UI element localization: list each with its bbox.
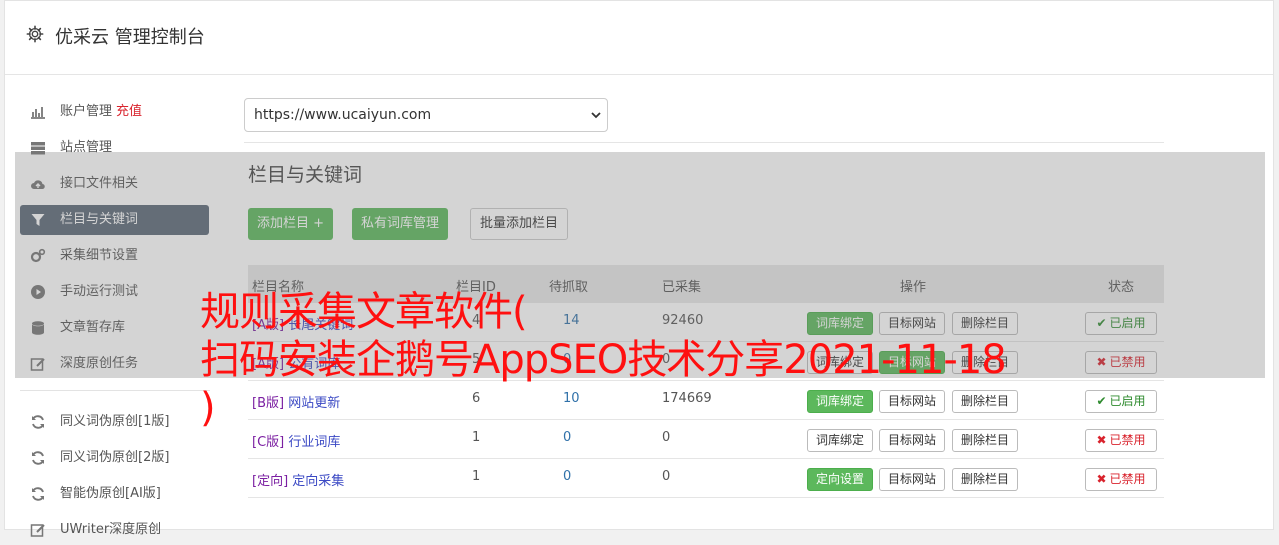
- sidebar-item-uwriter[interactable]: UWriter深度原创: [20, 515, 209, 545]
- column-name[interactable]: [C版] 行业词库: [252, 431, 340, 450]
- site-select-value: https://www.ucaiyun.com: [254, 107, 432, 123]
- overlay-title: 规则采集文章软件( 扫码安装企鹅号AppSEO技术分享2021-11-18 ): [200, 288, 1270, 432]
- close-icon: ✖: [1096, 472, 1107, 486]
- sidebar-item-synonym-v2[interactable]: 同义词伪原创[2版]: [20, 443, 209, 473]
- refresh-icon: [32, 451, 44, 465]
- target-site-button[interactable]: 目标网站: [879, 468, 946, 491]
- sidebar-item-account[interactable]: 账户管理 充值: [20, 97, 209, 127]
- refresh-icon: [32, 415, 44, 429]
- pending-count[interactable]: 0: [563, 430, 571, 445]
- overlay-title-line2: 扫码安装企鹅号AppSEO技术分享2021-11-18: [200, 337, 1007, 383]
- column-id: 1: [472, 430, 481, 445]
- delete-column-button[interactable]: 删除栏目: [952, 429, 1019, 452]
- divider: [244, 142, 1164, 143]
- delete-column-button[interactable]: 删除栏目: [952, 468, 1019, 491]
- sidebar-item-label: 同义词伪原创[2版]: [60, 450, 170, 465]
- sidebar-item-label: 同义词伪原创[1版]: [60, 414, 170, 429]
- sidebar-item-synonym-v1[interactable]: 同义词伪原创[1版]: [20, 407, 209, 437]
- collected-count: 0: [662, 469, 671, 484]
- sidebar-item-ai-rewrite[interactable]: 智能伪原创[AI版]: [20, 479, 209, 509]
- gear-icon: [26, 25, 44, 43]
- close-icon: ✖: [1096, 433, 1107, 447]
- column-id: 1: [472, 469, 481, 484]
- overlay-title-line1: 规则采集文章软件(: [200, 289, 528, 335]
- page-title: 优采云 管理控制台: [55, 27, 205, 48]
- refresh-icon: [32, 487, 44, 501]
- site-select[interactable]: https://www.ucaiyun.com: [244, 98, 608, 132]
- direct-settings-button[interactable]: 定向设置: [807, 468, 874, 491]
- edit-icon: [30, 524, 45, 537]
- bind-lib-button[interactable]: 词库绑定: [807, 429, 874, 452]
- pending-count[interactable]: 0: [563, 469, 571, 484]
- sidebar-item-label: 账户管理: [60, 104, 113, 119]
- overlay-title-line3: ): [200, 385, 216, 431]
- sidebar-divider: [20, 390, 210, 391]
- sidebar-item-label: UWriter深度原创: [60, 522, 162, 537]
- collected-count: 0: [662, 430, 671, 445]
- column-name[interactable]: [定向] 定向采集: [252, 470, 344, 489]
- header: 优采云 管理控制台: [5, 1, 1273, 75]
- bar-chart-icon: [31, 107, 45, 119]
- status-toggle[interactable]: ✖ 已禁用: [1085, 468, 1157, 491]
- table-row: [定向] 定向采集 1 0 0 定向设置 目标网站 删除栏目 ✖ 已禁用: [248, 459, 1164, 498]
- recharge-link[interactable]: 充值: [116, 104, 142, 119]
- status-toggle[interactable]: ✖ 已禁用: [1085, 429, 1157, 452]
- target-site-button[interactable]: 目标网站: [879, 429, 946, 452]
- sidebar-item-label: 智能伪原创[AI版]: [60, 486, 161, 501]
- chevron-down-icon: [591, 112, 601, 119]
